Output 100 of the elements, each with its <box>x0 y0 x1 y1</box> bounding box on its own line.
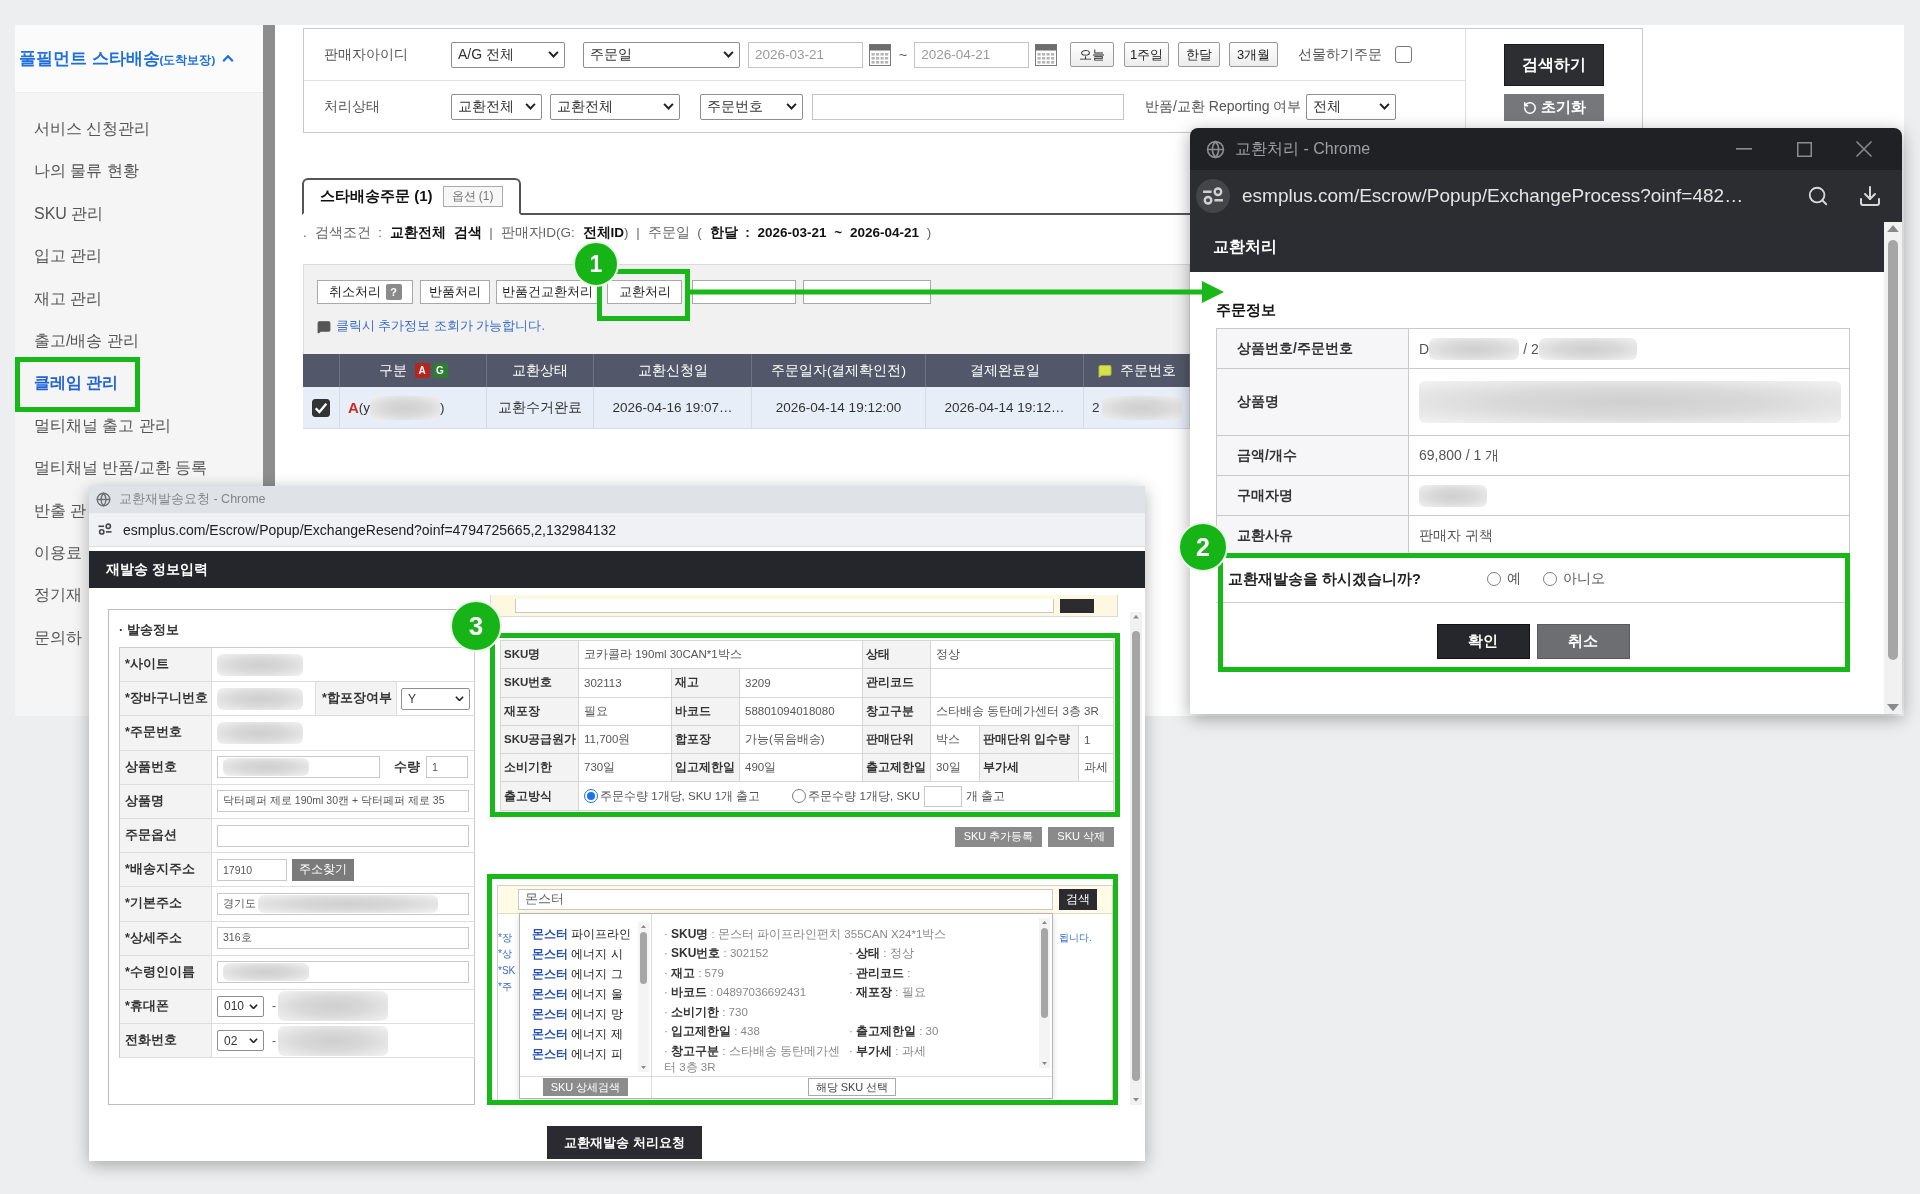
confirm-button[interactable]: 확인 <box>1436 624 1530 659</box>
dropdown[interactable]: 010 <box>217 995 264 1017</box>
toolbar-button[interactable]: 취소처리 ? <box>317 280 413 304</box>
sidebar-item[interactable]: SKU 관리 <box>33 192 105 236</box>
text-field[interactable]: 닥터페퍼 제로 190ml 30캔 + 닥터페퍼 제로 35 <box>217 790 469 813</box>
scroll-up-icon[interactable] <box>1133 615 1139 619</box>
checkbox[interactable] <box>1395 46 1413 63</box>
sidebar-item[interactable]: 멀티채널 출고 관리 <box>33 404 172 448</box>
period-button[interactable]: 1주일 <box>1124 42 1170 67</box>
chevron-down-icon[interactable] <box>786 103 797 110</box>
text-field[interactable] <box>217 824 469 847</box>
scroll-up-icon[interactable] <box>1042 920 1047 924</box>
sidebar-item[interactable]: 문의하 <box>33 616 83 660</box>
search-result-item[interactable]: 몬스터 에너지 시 <box>530 943 625 964</box>
text-field[interactable]: 1 <box>426 756 468 779</box>
text-field[interactable] <box>217 756 380 779</box>
sidebar-item[interactable]: 멀티채널 반품/교환 등록 <box>33 447 209 490</box>
search-result-item[interactable]: 몬스터 에너지 제 <box>530 1023 625 1044</box>
table-row[interactable]: A(y ) 교환수거완료 2026-04-16 19:07… 2026-04-14 19:12:00 2026-04-14 19:12… 2 <box>303 387 1190 429</box>
search-field[interactable]: 몬스터 <box>518 888 1053 910</box>
radio-button[interactable] <box>1486 572 1501 586</box>
scrollbar[interactable] <box>1130 612 1142 1105</box>
scrollbar-thumb[interactable] <box>1132 630 1140 1081</box>
radio-button[interactable] <box>584 789 598 804</box>
dropdown[interactable]: 교환전체 <box>550 93 680 120</box>
chevron-down-icon[interactable] <box>723 51 734 58</box>
search-button[interactable]: 검색하기 <box>1504 44 1604 86</box>
scrollbar-thumb[interactable] <box>1888 240 1898 661</box>
search-result-item[interactable]: 몬스터 에너지 울 <box>530 983 625 1004</box>
search-button[interactable]: 검색 <box>1059 888 1097 910</box>
search-result-item[interactable]: 몬스터 에너지 망 <box>530 1003 625 1024</box>
scrollbar[interactable] <box>638 921 649 1072</box>
site-info-icon[interactable] <box>97 523 113 536</box>
period-button[interactable]: 오늘 <box>1070 42 1115 67</box>
chevron-down-icon[interactable] <box>249 1037 258 1044</box>
search-result-item[interactable]: 몬스터 파이프라인 <box>530 923 634 944</box>
text-field[interactable] <box>217 961 469 984</box>
dropdown[interactable]: A/G 전체 <box>451 41 565 68</box>
dropdown[interactable]: 주문일 <box>583 41 740 68</box>
text-field[interactable] <box>812 93 1124 120</box>
chevron-down-icon[interactable] <box>249 1003 258 1010</box>
search-field[interactable] <box>515 599 1054 613</box>
period-button[interactable]: 한달 <box>1178 42 1221 67</box>
toolbar-button[interactable]: 반품건교환처리 <box>496 280 598 304</box>
type-tag: A <box>414 363 430 378</box>
chevron-up-icon[interactable] <box>222 54 235 63</box>
sidebar-item[interactable]: 서비스 신청관리 <box>33 108 152 151</box>
dropdown[interactable]: Y <box>401 687 470 710</box>
chevron-down-icon[interactable] <box>525 103 536 110</box>
toolbar-button[interactable]: 교환처리 <box>607 280 682 304</box>
sidebar-item[interactable]: 출고/배송 관리 <box>33 319 140 363</box>
scroll-down-icon[interactable] <box>641 1065 646 1069</box>
sidebar-item[interactable]: 나의 물류 현황 <box>33 150 140 193</box>
calendar-icon[interactable] <box>1035 43 1058 66</box>
search-result-item[interactable]: 몬스터 에너지 피 <box>530 1043 625 1064</box>
chevron-down-icon[interactable] <box>455 696 464 702</box>
sidebar-item[interactable]: 클레임 관리 <box>33 362 120 405</box>
search-result-item[interactable]: 몬스터 에너지 그 <box>530 963 625 984</box>
chevron-down-icon[interactable] <box>1379 103 1391 110</box>
sidebar-item[interactable]: 이용료 <box>33 531 83 575</box>
calendar-icon[interactable] <box>869 43 891 66</box>
toolbar-button[interactable]: 반품처리 <box>420 280 490 304</box>
dropdown[interactable]: 교환전체 <box>451 93 542 120</box>
chevron-down-icon[interactable] <box>663 103 674 110</box>
radio-button[interactable] <box>1542 572 1557 586</box>
column-header: 주문번호 <box>1119 361 1176 380</box>
sidebar-item[interactable]: 입고 관리 <box>33 235 104 278</box>
scrollbar-thumb[interactable] <box>640 931 647 984</box>
submit-button[interactable]: 교환재발송 처리요청 <box>547 1126 702 1159</box>
chevron-down-icon[interactable] <box>548 51 559 58</box>
text-field[interactable]: 17910 <box>217 858 287 881</box>
period-button[interactable]: 3개월 <box>1229 42 1279 67</box>
scroll-up-icon[interactable] <box>1887 225 1899 233</box>
scroll-down-icon[interactable] <box>1887 703 1899 711</box>
quantity-field[interactable] <box>924 785 963 807</box>
sidebar-item[interactable]: 반출 관 <box>33 489 88 532</box>
checkbox[interactable] <box>312 398 330 417</box>
scroll-down-icon[interactable] <box>1133 1098 1139 1102</box>
address-search-button[interactable]: 주소찾기 <box>292 858 354 881</box>
tab[interactable]: 스타배송주문 (1) 옵션 (1) <box>302 178 521 215</box>
select-sku-button[interactable]: 해당 SKU 선택 <box>807 1078 897 1097</box>
scrollbar[interactable] <box>1039 917 1050 1068</box>
scrollbar[interactable] <box>1884 222 1902 714</box>
sidebar-title[interactable]: 풀필먼트 스타배송(도착보장) <box>19 47 216 70</box>
dropdown[interactable]: 02 <box>217 1030 264 1052</box>
sidebar-item[interactable]: 정기재 <box>33 574 83 617</box>
radio-button[interactable] <box>792 789 807 804</box>
dropdown[interactable]: 주문번호 <box>700 93 803 120</box>
sku-detail-text: · 상태 : 정상 <box>849 945 914 962</box>
site-info-icon[interactable] <box>1196 179 1230 213</box>
text-field[interactable]: 경기도 <box>217 892 469 915</box>
column-header: 교환신청일 <box>637 361 708 380</box>
dropdown[interactable]: 전체 <box>1306 93 1397 120</box>
scrollbar-thumb[interactable] <box>1041 927 1048 1018</box>
reset-button[interactable]: 초기화 <box>1504 94 1604 121</box>
text-field[interactable]: 316호 <box>217 927 469 950</box>
scroll-down-icon[interactable] <box>1042 1061 1047 1065</box>
scroll-up-icon[interactable] <box>641 924 646 928</box>
sidebar-item[interactable]: 재고 관리 <box>33 277 104 320</box>
cancel-button[interactable]: 취소 <box>1536 624 1630 659</box>
